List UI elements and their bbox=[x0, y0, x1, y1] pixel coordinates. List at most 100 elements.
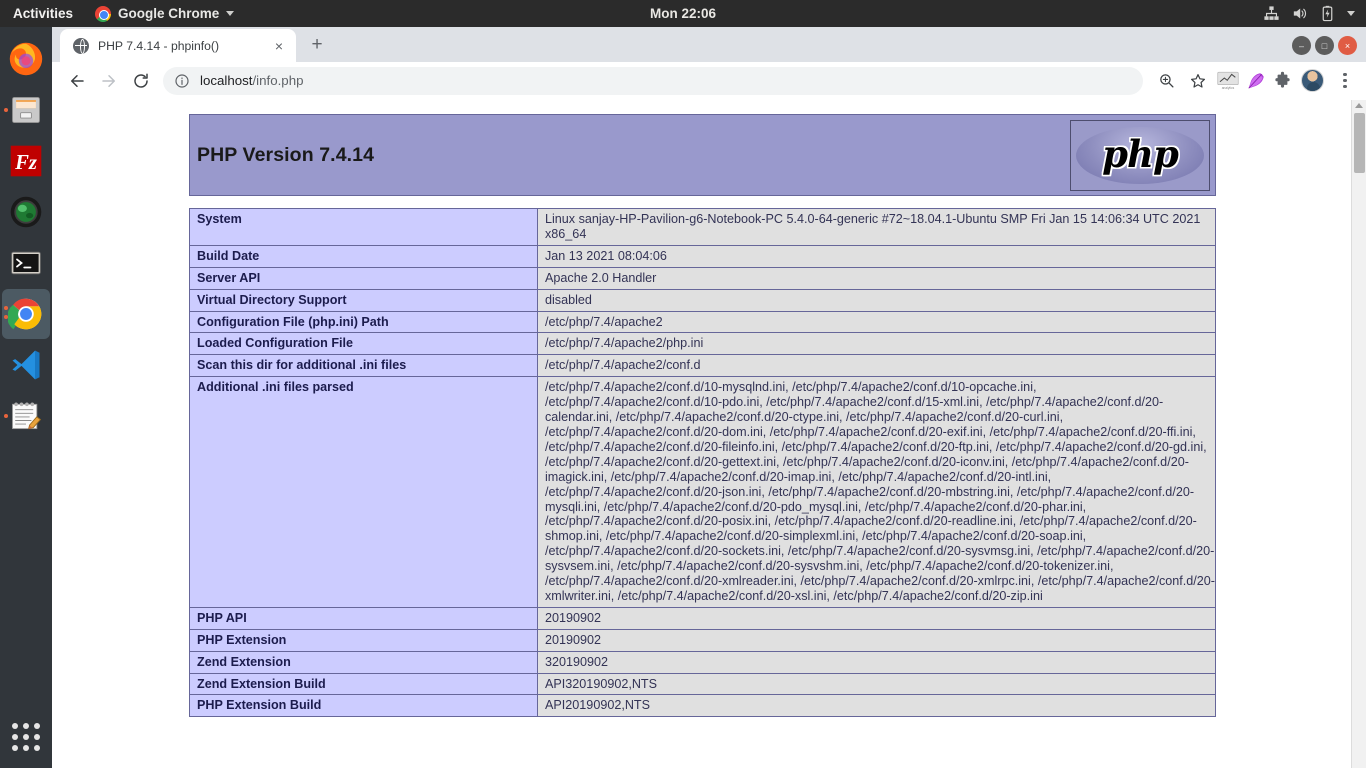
row-value: /etc/php/7.4/apache2/conf.d bbox=[537, 354, 1216, 378]
puzzle-icon bbox=[1274, 71, 1290, 88]
close-icon[interactable]: × bbox=[270, 37, 288, 55]
feather-extension-icon[interactable] bbox=[1242, 68, 1268, 94]
dock-item-files[interactable] bbox=[2, 85, 50, 135]
table-row: Loaded Configuration File /etc/php/7.4/a… bbox=[189, 332, 1216, 356]
app-grid-dot bbox=[12, 734, 18, 740]
volume-icon bbox=[1293, 8, 1306, 19]
app-grid-dot bbox=[23, 723, 29, 729]
chevron-down-icon bbox=[226, 11, 235, 16]
address-bar[interactable]: localhost/info.php bbox=[163, 66, 1143, 95]
dock-item-camera-globe[interactable] bbox=[2, 187, 50, 237]
three-dot-menu-icon[interactable] bbox=[1332, 66, 1358, 96]
row-key: PHP API bbox=[189, 606, 538, 630]
app-grid-dot bbox=[34, 723, 40, 729]
page-viewport: PHP Version 7.4.14 php System Linux sanj… bbox=[52, 100, 1366, 768]
row-value: Jan 13 2021 08:04:06 bbox=[537, 244, 1216, 268]
php-logo-text: php bbox=[1102, 131, 1179, 176]
activities-button[interactable]: Activities bbox=[0, 0, 85, 27]
reload-button[interactable] bbox=[126, 66, 156, 96]
table-row: PHP Extension 20190902 bbox=[189, 628, 1216, 652]
puzzle-extensions-icon[interactable] bbox=[1269, 68, 1295, 94]
globe-icon bbox=[73, 37, 89, 54]
table-row: Zend Extension 320190902 bbox=[189, 650, 1216, 674]
table-row: PHP Extension Build API20190902,NTS bbox=[189, 694, 1216, 718]
dock-item-firefox[interactable] bbox=[2, 34, 50, 84]
analytics-chart-icon: analytics bbox=[1217, 71, 1239, 90]
arrow-left-icon bbox=[71, 74, 84, 87]
window-controls: – □ × bbox=[1292, 36, 1366, 62]
app-grid-dot bbox=[12, 723, 18, 729]
show-applications-button[interactable] bbox=[3, 714, 49, 760]
row-key: Zend Extension Build bbox=[189, 672, 538, 696]
minimize-button[interactable]: – bbox=[1292, 36, 1311, 55]
forward-button[interactable] bbox=[94, 66, 124, 96]
analytics-extension-icon[interactable]: analytics bbox=[1215, 68, 1241, 94]
browser-toolbar: localhost/info.php analytics bbox=[52, 62, 1366, 100]
close-window-button[interactable]: × bbox=[1338, 36, 1357, 55]
system-status-area[interactable] bbox=[1263, 5, 1366, 22]
phpinfo-table: System Linux sanjay-HP-Pavilion-g6-Noteb… bbox=[189, 208, 1216, 718]
battery-icon bbox=[1322, 5, 1333, 22]
page-scrollbar[interactable] bbox=[1351, 100, 1366, 768]
row-value: Linux sanjay-HP-Pavilion-g6-Notebook-PC … bbox=[537, 208, 1216, 246]
running-indicator bbox=[4, 414, 8, 418]
menu-dot bbox=[1343, 73, 1347, 77]
scroll-up-arrow-icon[interactable] bbox=[1355, 103, 1363, 108]
vscode-icon bbox=[12, 350, 40, 380]
table-row: Server API Apache 2.0 Handler bbox=[189, 266, 1216, 290]
row-key: Server API bbox=[189, 266, 538, 290]
table-row: Configuration File (php.ini) Path /etc/p… bbox=[189, 310, 1216, 334]
svg-text:Fz: Fz bbox=[14, 152, 37, 174]
dock-item-text-editor[interactable] bbox=[2, 391, 50, 441]
extensions-area: analytics bbox=[1215, 66, 1358, 96]
phpinfo-content: PHP Version 7.4.14 php System Linux sanj… bbox=[189, 114, 1216, 718]
phpinfo-header: PHP Version 7.4.14 php bbox=[189, 114, 1216, 196]
back-button[interactable] bbox=[62, 66, 92, 96]
app-menu-label: Google Chrome bbox=[118, 6, 220, 21]
dock-item-terminal[interactable] bbox=[2, 238, 50, 288]
row-value: 320190902 bbox=[537, 650, 1216, 674]
row-value: /etc/php/7.4/apache2/php.ini bbox=[537, 332, 1216, 356]
menu-dot bbox=[1343, 78, 1347, 83]
activities-label: Activities bbox=[13, 6, 74, 21]
table-row: Scan this dir for additional .ini files … bbox=[189, 354, 1216, 378]
row-key: Additional .ini files parsed bbox=[189, 376, 538, 608]
app-grid-dot bbox=[12, 745, 18, 751]
row-key: Build Date bbox=[189, 244, 538, 268]
tab-strip: PHP 7.4.14 - phpinfo() × + – □ × bbox=[52, 27, 1366, 62]
row-value: 20190902 bbox=[537, 628, 1216, 652]
table-row: Zend Extension Build API320190902,NTS bbox=[189, 672, 1216, 696]
star-icon bbox=[1190, 73, 1206, 88]
bookmark-button[interactable] bbox=[1183, 66, 1213, 96]
new-tab-button[interactable]: + bbox=[303, 31, 331, 59]
app-grid-dot bbox=[34, 734, 40, 740]
php-logo: php bbox=[1070, 120, 1210, 191]
zoom-button[interactable] bbox=[1151, 66, 1181, 96]
chrome-icon bbox=[95, 5, 112, 22]
table-row: Virtual Directory Support disabled bbox=[189, 288, 1216, 312]
url-text: localhost/info.php bbox=[200, 73, 304, 88]
row-value: disabled bbox=[537, 288, 1216, 312]
running-indicator bbox=[4, 108, 8, 112]
table-row: Additional .ini files parsed /etc/php/7.… bbox=[189, 376, 1216, 608]
running-indicator bbox=[4, 306, 8, 310]
system-menu-caret-icon[interactable] bbox=[1347, 11, 1355, 16]
tab-phpinfo[interactable]: PHP 7.4.14 - phpinfo() × bbox=[60, 29, 296, 62]
row-key: Loaded Configuration File bbox=[189, 332, 538, 356]
info-circle-icon[interactable] bbox=[174, 73, 190, 89]
terminal-icon bbox=[11, 251, 41, 275]
firefox-icon bbox=[9, 42, 43, 76]
text-editor-icon bbox=[12, 402, 42, 430]
app-grid-dot bbox=[23, 745, 29, 751]
app-menu-google-chrome[interactable]: Google Chrome bbox=[85, 0, 244, 27]
ubuntu-dock: Fz bbox=[0, 27, 52, 768]
dock-item-filezilla[interactable]: Fz bbox=[2, 136, 50, 186]
dock-item-google-chrome[interactable] bbox=[2, 289, 50, 339]
row-key: Zend Extension bbox=[189, 650, 538, 674]
dock-item-vscode[interactable] bbox=[2, 340, 50, 390]
scrollbar-thumb[interactable] bbox=[1354, 113, 1365, 173]
page-title: PHP Version 7.4.14 bbox=[197, 143, 375, 166]
maximize-button[interactable]: □ bbox=[1315, 36, 1334, 55]
table-row: Build Date Jan 13 2021 08:04:06 bbox=[189, 244, 1216, 268]
avatar[interactable] bbox=[1301, 69, 1324, 92]
